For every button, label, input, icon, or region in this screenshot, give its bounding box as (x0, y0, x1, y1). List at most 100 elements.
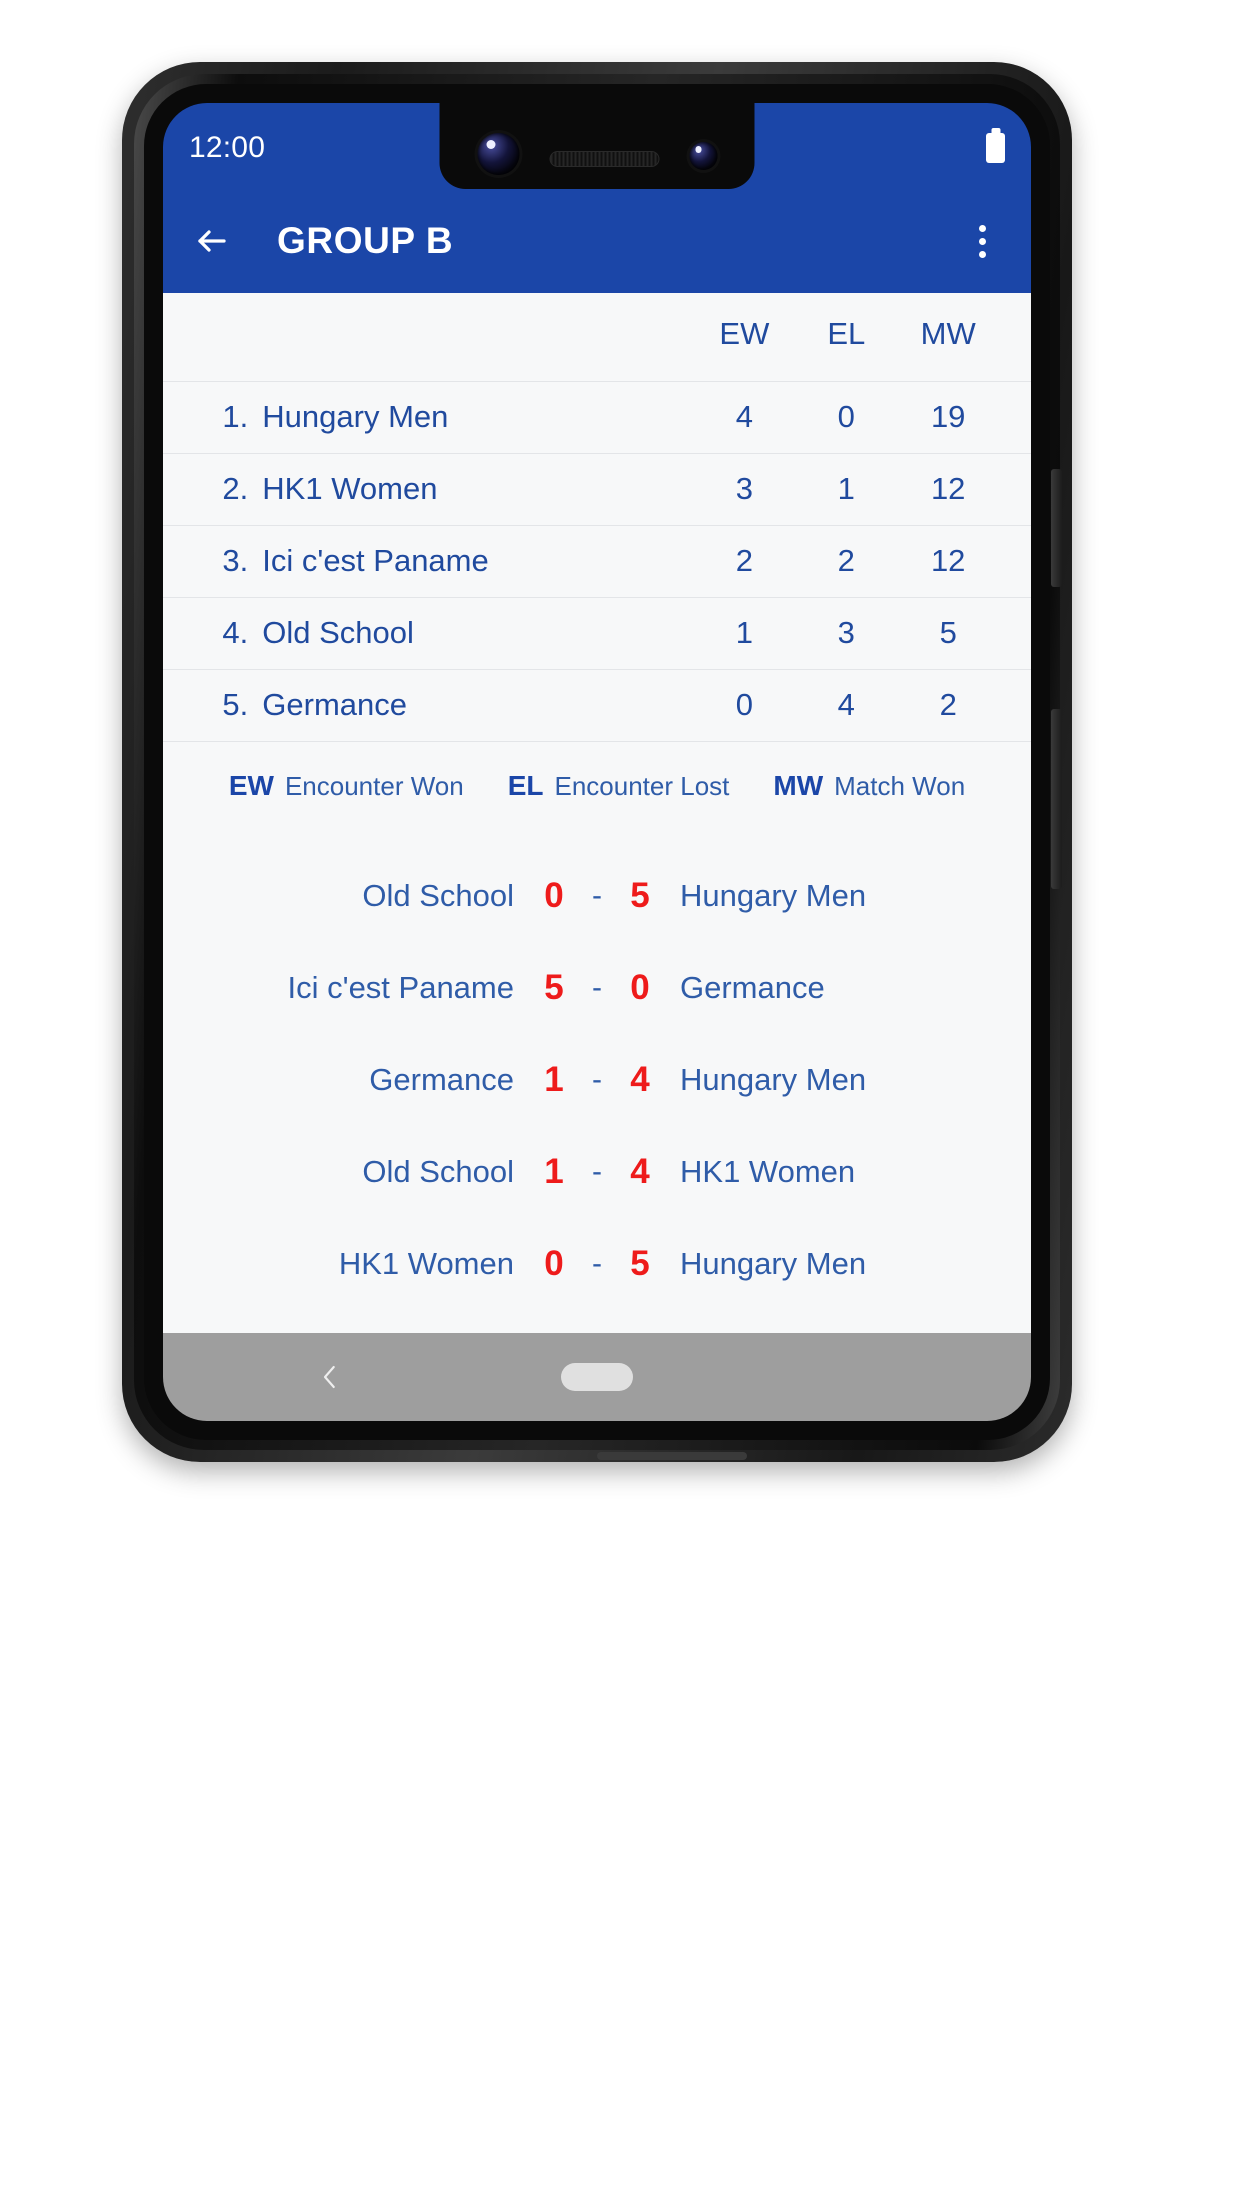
standings-header-row: EW EL MW ML SW (163, 293, 1031, 381)
volume-button[interactable] (1051, 709, 1062, 889)
header-el: EL (827, 315, 866, 351)
row-ew: 3 (735, 471, 753, 506)
match-dash: - (592, 1062, 602, 1096)
row-el: 1 (837, 471, 855, 506)
secondary-camera-icon (689, 142, 717, 170)
row-ml: 8 (999, 525, 1031, 597)
match-home-team: Old School (362, 1153, 514, 1189)
row-team: Hungary Men (262, 399, 449, 434)
row-rank: 4. (222, 615, 249, 650)
legend-text: Encounter Won (284, 770, 464, 801)
match-home-score: 1 (544, 1151, 564, 1191)
row-team: HK1 Women (262, 471, 438, 506)
match-dash: - (592, 1154, 602, 1188)
standings-header: EW EL MW ML SW (163, 293, 1031, 381)
nav-back-icon[interactable] (313, 1360, 347, 1394)
match-home-team: Old School (362, 877, 514, 913)
header-ew: EW (719, 315, 770, 351)
standings-body: 1. Hungary Men 4 0 19 1 39 2. (163, 381, 1031, 741)
table-row[interactable]: 5. Germance 0 4 2 18 6 (163, 669, 1031, 741)
row-ew: 0 (735, 687, 753, 722)
row-ml: 15 (999, 597, 1031, 669)
match-home-score: 1 (544, 1059, 564, 1099)
row-rank: 5. (222, 687, 249, 722)
row-mw: 12 (930, 471, 966, 506)
legend-item-el: EL Encounter Lost (486, 770, 752, 802)
row-mw: 2 (939, 687, 957, 722)
row-team: Ici c'est Paname (262, 543, 489, 578)
match-home-team: Germance (369, 1061, 514, 1097)
header-rank (163, 293, 262, 381)
content-area: EW EL MW ML SW 1. Hungary Me (163, 293, 1031, 1333)
legend-text: Encounter Lost (554, 770, 730, 801)
row-el: 2 (837, 543, 855, 578)
match-away-team: HK1 Women (680, 1153, 856, 1189)
match-dash: - (592, 878, 602, 912)
match-away-team: Germance (680, 969, 825, 1005)
table-row[interactable]: 3. Ici c'est Paname 2 2 12 8 25 (163, 525, 1031, 597)
row-el: 4 (837, 687, 855, 722)
row-el: 0 (837, 399, 855, 434)
list-item[interactable]: Germance 1 - 4 Hungary Men (163, 1034, 1031, 1126)
row-team: Germance (262, 687, 408, 722)
legend-abbr: EW (228, 769, 274, 801)
phone-screen: 12:00 GROUP B EW EL MW 1. Hungary Men 4 … (163, 103, 1031, 1421)
match-dash: - (592, 970, 602, 1004)
row-ew: 4 (735, 399, 753, 434)
legend-text: Match Won (834, 770, 966, 801)
front-camera-icon (477, 133, 519, 175)
row-el: 3 (837, 615, 855, 650)
earpiece-speaker (549, 151, 659, 167)
match-away-score: 4 (630, 1059, 650, 1099)
row-ml: 8 (999, 453, 1031, 525)
screenshot-root: 12:00 GROUP B EW EL MW 1. Hungary Men 4 … (0, 0, 1242, 2208)
header-ml: ML (999, 293, 1031, 381)
match-home-score: 5 (544, 967, 564, 1007)
match-dash: - (592, 1246, 602, 1280)
legend-item-ew: EW Encounter Won (207, 770, 486, 802)
row-team: Old School (262, 615, 414, 650)
row-mw: 12 (930, 543, 966, 578)
header-mw: MW (920, 315, 976, 351)
standings-table: EW EL MW ML SW 1. Hungary Me (163, 293, 1031, 742)
legend: EW Encounter Won EL Encounter Lost MW Ma… (163, 741, 1031, 826)
match-home-team: Ici c'est Paname (287, 969, 514, 1005)
match-away-score: 0 (630, 967, 650, 1007)
arrow-back-icon[interactable] (189, 218, 235, 264)
match-home-team: HK1 Women (338, 1245, 514, 1281)
header-team (262, 293, 693, 381)
status-bar-clock: 12:00 (189, 131, 266, 164)
row-ew: 1 (735, 615, 753, 650)
legend-item-mw: MW Match Won (751, 770, 987, 802)
list-item[interactable]: Old School 0 - 5 Hungary Men (163, 850, 1031, 942)
match-away-score: 5 (630, 1243, 650, 1283)
table-row[interactable]: 4. Old School 1 3 5 15 12 (163, 597, 1031, 669)
match-home-score: 0 (544, 875, 564, 915)
row-ml: 18 (999, 669, 1031, 741)
match-away-score: 5 (630, 875, 650, 915)
row-rank: 1. (222, 399, 249, 434)
page-title: GROUP B (277, 220, 454, 261)
usb-port (597, 1452, 747, 1460)
more-vert-icon[interactable] (959, 218, 1005, 264)
power-button[interactable] (1051, 469, 1062, 587)
table-row[interactable]: 2. HK1 Women 3 1 12 8 23 (163, 453, 1031, 525)
match-away-team: Hungary Men (680, 1061, 867, 1097)
row-ml: 1 (999, 381, 1031, 453)
list-item[interactable]: Old School 1 - 4 HK1 Women (163, 1126, 1031, 1218)
match-away-score: 4 (630, 1151, 650, 1191)
list-item[interactable]: Old School 0 - 5 Ici c'est Paname (163, 1310, 1031, 1334)
match-results-list: Old School 0 - 5 Hungary Men Ici c'est P… (163, 826, 1031, 1334)
android-navigation-bar (163, 1333, 1031, 1421)
legend-abbr: EL (507, 769, 544, 801)
list-item[interactable]: Ici c'est Paname 5 - 0 Germance (163, 942, 1031, 1034)
row-rank: 3. (222, 543, 249, 578)
standings-table-wrapper[interactable]: EW EL MW ML SW 1. Hungary Me (163, 293, 1031, 742)
list-item[interactable]: HK1 Women 0 - 5 Hungary Men (163, 1218, 1031, 1310)
table-row[interactable]: 1. Hungary Men 4 0 19 1 39 (163, 381, 1031, 453)
battery-full-icon (986, 133, 1005, 163)
nav-home-pill-icon[interactable] (561, 1363, 633, 1391)
row-ew: 2 (735, 543, 753, 578)
app-bar: GROUP B (163, 189, 1031, 293)
row-mw: 5 (939, 615, 957, 650)
